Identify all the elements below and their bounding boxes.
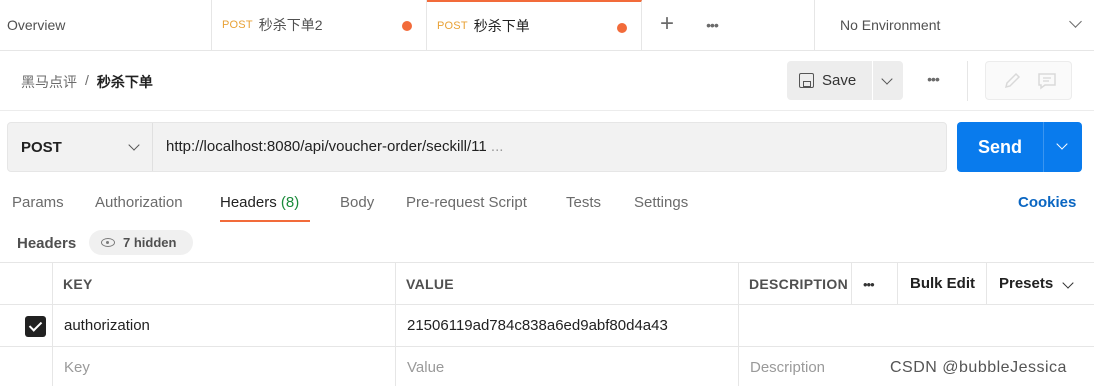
new-value-input[interactable]: Value: [407, 347, 444, 386]
request-tabs: Params Authorization Headers (8) Body Pr…: [0, 186, 1094, 224]
tab-method-badge: POST: [437, 20, 468, 32]
headers-count-badge: (8): [280, 194, 300, 211]
tab-authorization[interactable]: Authorization: [95, 194, 183, 211]
headers-section-title: Headers: [17, 235, 77, 252]
tab-prerequest-script[interactable]: Pre-request Script: [406, 194, 527, 211]
header-enabled-checkbox[interactable]: [25, 316, 46, 337]
chevron-down-icon: [1062, 277, 1074, 289]
url-ellipsis: ...: [490, 138, 504, 155]
chevron-down-icon: [128, 139, 140, 151]
table-header-row: KEY VALUE DESCRIPTION ••• Bulk Edit Pres…: [0, 263, 1094, 305]
send-button[interactable]: Send: [957, 122, 1043, 172]
chevron-down-icon: [1069, 15, 1082, 28]
breadcrumb-current[interactable]: 秒杀下单: [97, 72, 153, 92]
tab-request-1[interactable]: POST 秒杀下单2: [212, 0, 427, 50]
watermark: CSDN @bubbleJessica: [890, 359, 1067, 376]
save-icon: [799, 73, 814, 88]
tab-method-badge: POST: [222, 19, 253, 31]
tab-bar: Overview POST 秒杀下单2 POST 秒杀下单 + ••• No E…: [0, 0, 1094, 51]
method-select[interactable]: POST: [8, 123, 153, 171]
chevron-down-icon: [1056, 138, 1068, 150]
column-divider: [897, 263, 898, 305]
save-button[interactable]: Save: [787, 61, 872, 100]
tab-request-label: 秒杀下单2: [258, 17, 323, 33]
tab-overview-label: Overview: [7, 17, 66, 33]
tab-body[interactable]: Body: [340, 194, 374, 211]
new-key-input[interactable]: Key: [64, 347, 90, 386]
tab-overview[interactable]: Overview: [0, 0, 212, 50]
save-dropdown-button[interactable]: [873, 61, 903, 100]
url-text: http://localhost:8080/api/voucher-order/…: [166, 138, 487, 155]
tab-request-2[interactable]: POST 秒杀下单: [427, 0, 642, 50]
tab-headers[interactable]: Headers (8): [220, 194, 299, 211]
url-bar: POST http://localhost:8080/api/voucher-o…: [7, 122, 947, 172]
column-header-value: VALUE: [406, 275, 454, 292]
ellipsis-icon[interactable]: •••: [863, 277, 875, 292]
column-divider: [851, 263, 852, 305]
tab-tests[interactable]: Tests: [566, 194, 601, 211]
environment-select[interactable]: No Environment: [814, 0, 1094, 50]
column-divider: [986, 263, 987, 305]
pencil-icon[interactable]: [1001, 71, 1023, 91]
presets-dropdown[interactable]: Presets: [999, 275, 1053, 292]
new-description-input[interactable]: Description: [750, 347, 825, 386]
header-key-cell[interactable]: authorization: [64, 305, 150, 346]
send-label: Send: [977, 136, 1022, 157]
hidden-headers-label: 7 hidden: [123, 235, 177, 250]
unsaved-dot-icon[interactable]: [617, 23, 627, 33]
tab-params[interactable]: Params: [12, 194, 64, 211]
eye-icon: [101, 238, 115, 247]
breadcrumb-separator: /: [85, 72, 89, 88]
header-value-cell[interactable]: 21506119ad784c838a6ed9abf80d4a43: [407, 305, 668, 346]
comment-icon[interactable]: [1036, 71, 1058, 91]
tab-request-label: 秒杀下单: [473, 18, 530, 34]
bulk-edit-button[interactable]: Bulk Edit: [910, 275, 975, 292]
column-header-description: DESCRIPTION: [749, 275, 848, 292]
ellipsis-icon[interactable]: •••: [920, 71, 946, 91]
unsaved-dot-icon[interactable]: [402, 21, 412, 31]
divider: [967, 61, 968, 101]
chevron-down-icon: [881, 73, 893, 85]
active-tab-indicator: [220, 220, 310, 222]
breadcrumb-parent[interactable]: 黑马点评: [21, 72, 77, 92]
side-actions: [985, 61, 1072, 100]
method-label: POST: [21, 138, 62, 156]
ellipsis-icon[interactable]: •••: [698, 12, 726, 40]
table-row: authorization 21506119ad784c838a6ed9abf8…: [0, 305, 1094, 347]
request-header: 黑马点评 / 秒杀下单 Save •••: [0, 51, 1094, 111]
save-label: Save: [822, 72, 857, 89]
hidden-headers-toggle[interactable]: 7 hidden: [89, 230, 193, 255]
tab-headers-label: Headers: [220, 194, 277, 211]
send-dropdown-button[interactable]: [1043, 122, 1082, 172]
cookies-link[interactable]: Cookies: [1018, 194, 1076, 211]
breadcrumb: 黑马点评 / 秒杀下单: [21, 72, 153, 92]
environment-label: No Environment: [840, 17, 941, 33]
plus-icon[interactable]: +: [653, 12, 681, 40]
column-header-key: KEY: [63, 275, 93, 292]
tab-settings[interactable]: Settings: [634, 194, 688, 211]
url-input[interactable]: http://localhost:8080/api/voucher-order/…: [166, 138, 503, 155]
